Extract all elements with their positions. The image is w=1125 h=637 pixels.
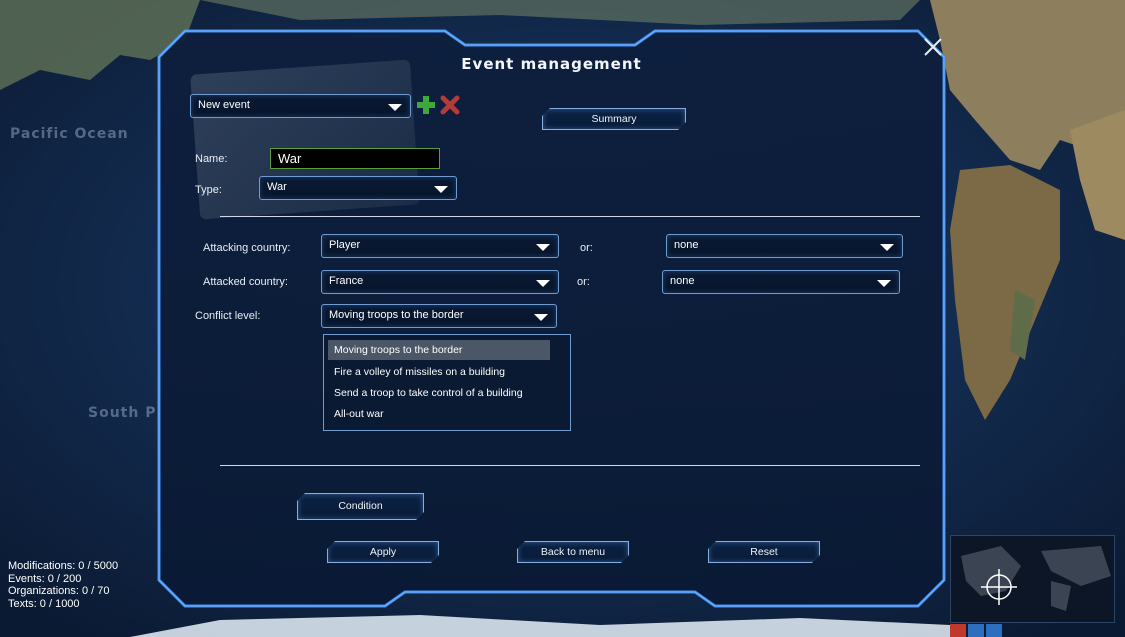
type-label: Type:: [195, 184, 222, 196]
event-management-dialog: Event management New event Summary Name:…: [155, 27, 948, 610]
attacked-country-value: France: [329, 275, 364, 287]
type-select[interactable]: War: [259, 176, 457, 200]
reset-button[interactable]: Reset: [708, 541, 820, 563]
conflict-option[interactable]: Fire a volley of missiles on a building: [328, 362, 550, 382]
conflict-level-label: Conflict level:: [195, 310, 261, 322]
close-icon[interactable]: [922, 36, 944, 58]
name-label: Name:: [195, 153, 228, 165]
summary-label: Summary: [591, 113, 637, 125]
back-to-menu-button[interactable]: Back to menu: [517, 541, 629, 563]
modifications-stat: Modifications: 0 / 5000: [8, 560, 119, 572]
attacking-or-label: or:: [580, 242, 593, 254]
event-select-value: New event: [198, 99, 250, 111]
add-icon[interactable]: [415, 94, 437, 116]
attacked-country-select[interactable]: France: [321, 270, 559, 294]
apply-button[interactable]: Apply: [327, 541, 439, 563]
attacking-country-select[interactable]: Player: [321, 234, 559, 258]
dialog-title: Event management: [461, 55, 642, 73]
attacked-or-value: none: [670, 275, 695, 287]
conflict-option[interactable]: All-out war: [328, 404, 550, 424]
chevron-down-icon: [877, 280, 891, 287]
pacific-ocean-label: Pacific Ocean: [10, 126, 129, 142]
attacked-country-label: Attacked country:: [203, 276, 288, 288]
attacked-or-select[interactable]: none: [662, 270, 900, 294]
chevron-down-icon: [536, 244, 550, 251]
reset-label: Reset: [750, 546, 778, 558]
conflict-level-select[interactable]: Moving troops to the border: [321, 304, 557, 328]
tank-icon[interactable]: [986, 624, 1002, 637]
attacking-or-select[interactable]: none: [666, 234, 903, 258]
chevron-down-icon: [880, 244, 894, 251]
conflict-level-options: Moving troops to the border Fire a volle…: [323, 334, 571, 431]
summary-button[interactable]: Summary: [542, 108, 686, 130]
type-select-value: War: [267, 181, 287, 193]
industry-icon[interactable]: [968, 624, 984, 637]
event-select[interactable]: New event: [190, 94, 411, 118]
chevron-down-icon: [388, 104, 402, 111]
stats-panel: Modifications: 0 / 5000 Events: 0 / 200 …: [8, 560, 118, 610]
south-pacific-label: South P: [88, 405, 157, 421]
condition-button[interactable]: Condition: [297, 493, 424, 520]
chevron-down-icon: [534, 314, 548, 321]
events-stat: Events: 0 / 200: [8, 572, 82, 585]
divider-bottom: [220, 465, 920, 466]
conflict-option[interactable]: Moving troops to the border: [328, 340, 550, 360]
organizations-stat: Organizations: 0 / 70: [8, 585, 110, 597]
back-to-menu-label: Back to menu: [540, 546, 606, 558]
attacking-country-label: Attacking country:: [203, 242, 291, 254]
pin-icon[interactable]: [950, 624, 966, 637]
conflict-option[interactable]: Send a troop to take control of a buildi…: [328, 383, 550, 403]
delete-icon[interactable]: [439, 94, 461, 116]
name-input-value: War: [278, 151, 302, 166]
chevron-down-icon: [434, 186, 448, 193]
condition-label: Condition: [338, 500, 383, 512]
name-input[interactable]: War: [270, 148, 440, 169]
texts-stat: Texts: 0 / 1000: [8, 597, 80, 610]
attacking-or-value: none: [674, 239, 699, 251]
attacked-or-label: or:: [577, 276, 590, 288]
minimap[interactable]: [950, 535, 1115, 623]
conflict-level-value: Moving troops to the border: [329, 309, 464, 321]
apply-label: Apply: [369, 546, 397, 558]
attacking-country-value: Player: [329, 239, 361, 251]
divider-top: [220, 216, 920, 217]
chevron-down-icon: [536, 280, 550, 287]
